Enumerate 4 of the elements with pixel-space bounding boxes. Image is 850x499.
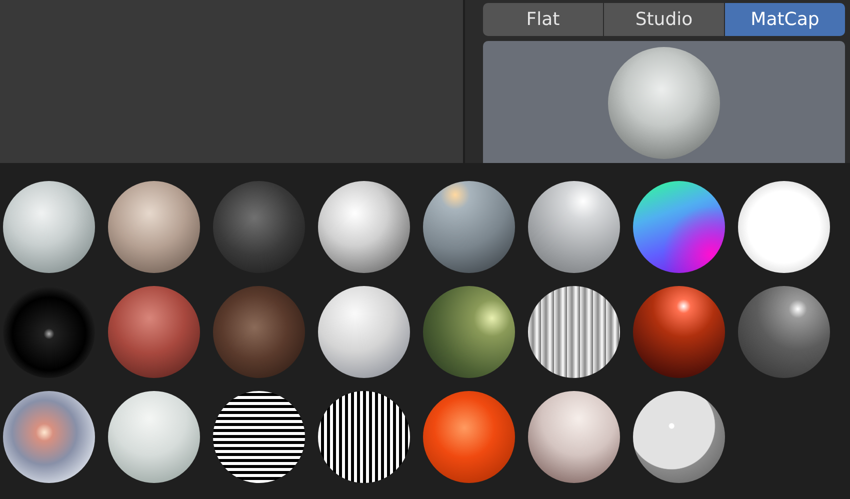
lighting-tab[interactable]: MatCap [725, 3, 845, 36]
lighting-tab[interactable]: Flat [483, 3, 604, 36]
lighting-tab[interactable]: Studio [604, 3, 725, 36]
matcap-preview[interactable] [483, 41, 845, 163]
